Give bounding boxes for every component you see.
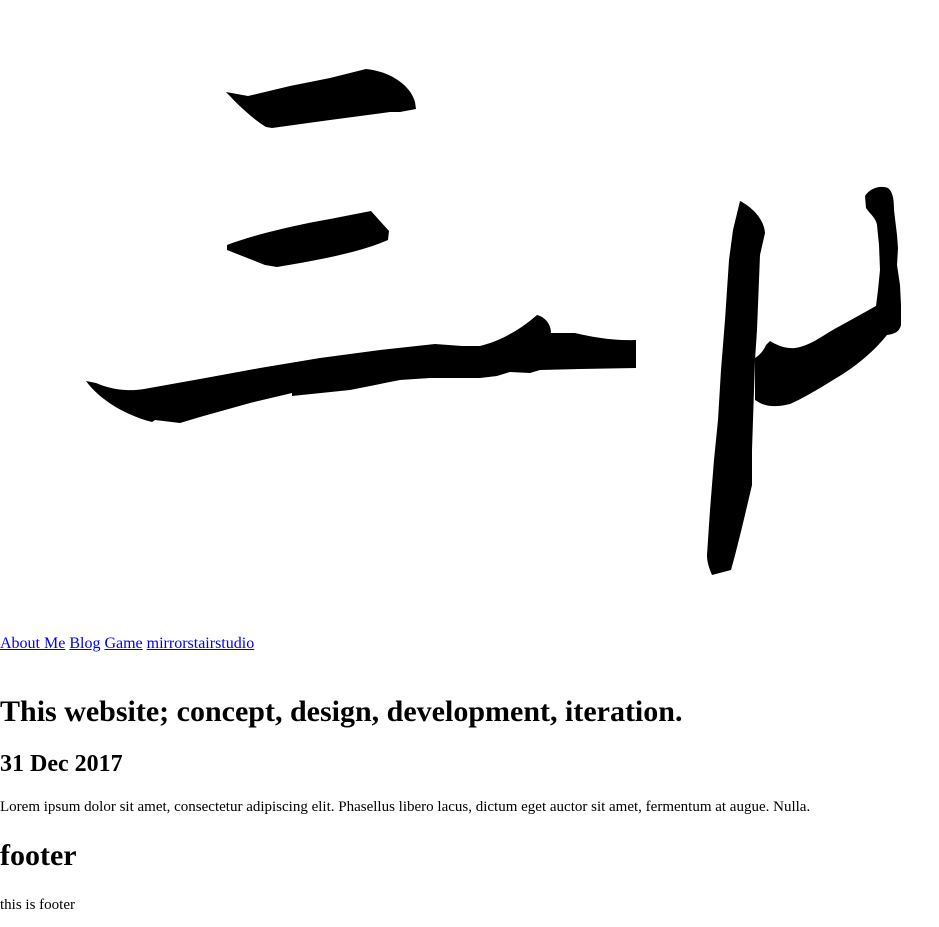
post-body: Lorem ipsum dolor sit amet, consectetur … xyxy=(0,799,811,815)
calligraphy-logo-icon xyxy=(86,69,901,575)
main-nav: About Me Blog Game mirrorstairstudio xyxy=(0,634,254,654)
nav-link-about-me[interactable]: About Me xyxy=(0,635,65,652)
post-date: 31 Dec 2017 xyxy=(0,751,123,777)
footer-heading: footer xyxy=(0,839,77,872)
nav-link-mirrorstairstudio[interactable]: mirrorstairstudio xyxy=(147,635,255,652)
post-title: This website; concept, design, developme… xyxy=(0,695,683,728)
site-header xyxy=(0,0,939,590)
footer-text: this is footer xyxy=(0,897,75,913)
nav-link-blog[interactable]: Blog xyxy=(69,635,100,652)
nav-link-game[interactable]: Game xyxy=(104,635,142,652)
